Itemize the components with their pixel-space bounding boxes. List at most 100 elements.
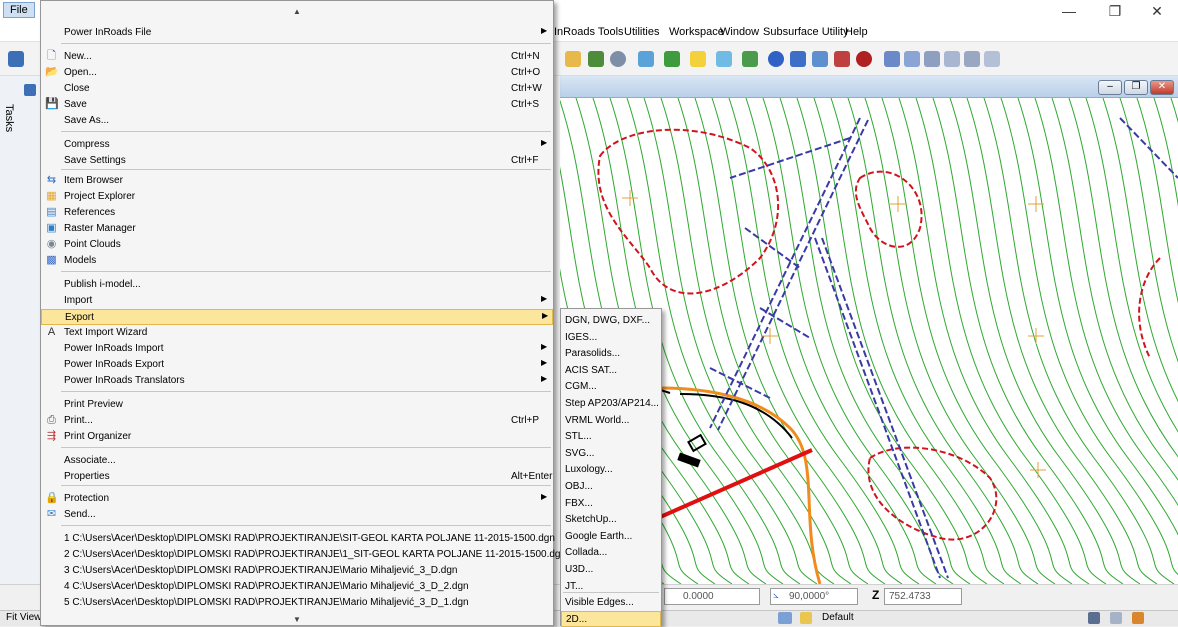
view-rotate-icon[interactable] <box>884 51 900 67</box>
angle-field[interactable]: 90,0000° <box>770 588 858 605</box>
export-item-svg[interactable]: SVG... <box>561 446 661 462</box>
file-menu-item-import[interactable]: Import ▶ <box>41 293 553 309</box>
view-camera-icon[interactable] <box>984 51 1000 67</box>
home-icon[interactable] <box>1132 612 1144 624</box>
export-item-obj[interactable]: OBJ... <box>561 479 661 495</box>
surface-icon[interactable] <box>690 51 706 67</box>
close-button[interactable]: ✕ <box>1134 0 1178 22</box>
file-menu-item-project-explorer[interactable]: ▦ Project Explorer <box>41 189 553 205</box>
file-menu-item-save-as[interactable]: Save As... <box>41 113 553 129</box>
file-menu-item-print-organizer[interactable]: ⇶ Print Organizer <box>41 429 553 445</box>
model-icon[interactable] <box>812 51 828 67</box>
export-item-stl[interactable]: STL... <box>561 429 661 445</box>
export-item-acis-sat[interactable]: ACIS SAT... <box>561 363 661 379</box>
scroll-up-icon[interactable]: ▲ <box>293 7 301 16</box>
export-item-sketchup[interactable]: SketchUp... <box>561 512 661 528</box>
file-menu-item-send[interactable]: ✉ Send... <box>41 507 553 523</box>
grid-icon[interactable] <box>834 51 850 67</box>
view-zoom-icon[interactable] <box>904 51 920 67</box>
file-menu-item-new[interactable]: 🗋 New... Ctrl+N <box>41 49 553 65</box>
layers-icon[interactable] <box>664 51 680 67</box>
file-menu-item-5-c-users-acer-desktop-diploms[interactable]: 5 C:\Users\Acer\Desktop\DIPLOMSKI RAD\PR… <box>41 595 553 611</box>
menu-inroads-tools[interactable]: InRoads Tools <box>554 26 624 38</box>
file-menu-item-open[interactable]: 📂 Open... Ctrl+O <box>41 65 553 81</box>
file-menu-item-references[interactable]: ▤ References <box>41 205 553 221</box>
export-item-vrml-world[interactable]: VRML World... <box>561 413 661 429</box>
export-item-u3d[interactable]: U3D... <box>561 562 661 578</box>
menu-window[interactable]: Window <box>720 26 759 38</box>
file-menu-item-power-inroads-import[interactable]: Power InRoads Import ▶ <box>41 341 553 357</box>
file-menu-item-compress[interactable]: Compress ▶ <box>41 137 553 153</box>
view-fit-icon[interactable] <box>944 51 960 67</box>
file-menu-item-1-c-users-acer-desktop-diploms[interactable]: 1 C:\Users\Acer\Desktop\DIPLOMSKI RAD\PR… <box>41 531 555 547</box>
menu-file[interactable]: File <box>3 2 35 18</box>
file-menu-item-print-preview[interactable]: Print Preview <box>41 397 553 413</box>
globe-icon[interactable] <box>610 51 626 67</box>
export-item-dgn-dwg-dxf[interactable]: DGN, DWG, DXF... <box>561 313 661 329</box>
file-menu-item-power-inroads-translators[interactable]: Power InRoads Translators ▶ <box>41 373 553 389</box>
distance-field[interactable]: 0.0000 <box>664 588 760 605</box>
file-menu-item-protection[interactable]: 🔒 Protection ▶ <box>41 491 553 507</box>
element-selection-icon[interactable] <box>8 51 24 67</box>
open-folder-icon: 📂 <box>45 66 59 78</box>
file-menu-item-text-import-wizard[interactable]: A Text Import Wizard <box>41 325 553 341</box>
file-menu-item-print[interactable]: ⎙ Print... Ctrl+P <box>41 413 553 429</box>
analyze-icon[interactable] <box>790 51 806 67</box>
view-restore-icon[interactable]: ❐ <box>1124 80 1148 95</box>
flag-icon[interactable] <box>742 51 758 67</box>
tasks-tab[interactable]: Tasks <box>3 104 15 132</box>
info-icon[interactable] <box>768 51 784 67</box>
menu-help[interactable]: Help <box>845 26 868 38</box>
view-minimize-icon[interactable]: – <box>1098 80 1122 95</box>
lock-icon[interactable] <box>800 612 812 624</box>
export-item-collada[interactable]: Collada... <box>561 545 661 561</box>
file-menu-item-save-settings[interactable]: Save Settings Ctrl+F <box>41 153 553 169</box>
file-menu-item-close[interactable]: Close Ctrl+W <box>41 81 553 97</box>
export-item-visible-edges[interactable]: Visible Edges... <box>561 595 661 611</box>
export-item-2d[interactable]: 2D... <box>561 611 661 627</box>
file-menu-item-3-c-users-acer-desktop-diploms[interactable]: 3 C:\Users\Acer\Desktop\DIPLOMSKI RAD\PR… <box>41 563 553 579</box>
file-menu-item-point-clouds[interactable]: ◉ Point Clouds <box>41 237 553 253</box>
menu-workspace[interactable]: Workspace <box>669 26 724 38</box>
view-walk-icon[interactable] <box>964 51 980 67</box>
menu-subsurface-utility[interactable]: Subsurface Utility <box>763 26 849 38</box>
terrain-icon[interactable] <box>638 51 654 67</box>
file-menu-item-2-c-users-acer-desktop-diploms[interactable]: 2 C:\Users\Acer\Desktop\DIPLOMSKI RAD\PR… <box>41 547 566 563</box>
design-history-icon[interactable] <box>1110 612 1122 624</box>
file-menu-item-export[interactable]: Export ▶ <box>41 309 553 325</box>
export-item-luxology[interactable]: Luxology... <box>561 462 661 478</box>
export-item-iges[interactable]: IGES... <box>561 330 661 346</box>
menu-item-label: U3D... <box>565 564 594 575</box>
export-item-step-ap203-ap214[interactable]: Step AP203/AP214... <box>561 396 661 412</box>
minimize-button[interactable]: — <box>1046 0 1092 22</box>
z-field[interactable]: 752.4733 <box>884 588 962 605</box>
file-menu-item-associate[interactable]: Associate... <box>41 453 553 469</box>
export-item-google-earth[interactable]: Google Earth... <box>561 529 661 545</box>
task-tool-icon[interactable] <box>24 84 36 96</box>
file-menu-item-raster-manager[interactable]: ▣ Raster Manager <box>41 221 553 237</box>
export-item-parasolids[interactable]: Parasolids... <box>561 346 661 362</box>
snap-icon[interactable] <box>778 612 792 624</box>
export-item-cgm[interactable]: CGM... <box>561 379 661 395</box>
file-menu-item-item-browser[interactable]: ⇆ Item Browser <box>41 173 553 189</box>
view-close-icon[interactable]: ✕ <box>1150 80 1174 95</box>
active-level[interactable]: Default <box>822 612 854 623</box>
save-status-icon[interactable] <box>1088 612 1100 624</box>
file-menu-item-models[interactable]: ▩ Models <box>41 253 553 269</box>
export-item-fbx[interactable]: FBX... <box>561 496 661 512</box>
sun-icon[interactable] <box>716 51 732 67</box>
delete-icon[interactable] <box>856 51 872 67</box>
file-menu-item-publish-i-model[interactable]: Publish i-model... <box>41 277 553 293</box>
file-menu-item-4-c-users-acer-desktop-diploms[interactable]: 4 C:\Users\Acer\Desktop\DIPLOMSKI RAD\PR… <box>41 579 553 595</box>
file-menu-item-properties[interactable]: Properties Alt+Enter <box>41 469 553 485</box>
scroll-down-icon[interactable]: ▼ <box>293 615 301 624</box>
maximize-button[interactable]: ❐ <box>1092 0 1138 22</box>
menu-utilities[interactable]: Utilities <box>624 26 659 38</box>
view-pan-icon[interactable] <box>924 51 940 67</box>
file-menu-item-save[interactable]: 💾 Save Ctrl+S <box>41 97 553 113</box>
table-icon[interactable] <box>588 51 604 67</box>
file-menu-item-power-inroads-export[interactable]: Power InRoads Export ▶ <box>41 357 553 373</box>
draw-icon[interactable] <box>565 51 581 67</box>
menu-item-label: OBJ... <box>565 481 593 492</box>
file-menu-item-power-inroads-file[interactable]: Power InRoads File ▶ <box>41 25 553 41</box>
